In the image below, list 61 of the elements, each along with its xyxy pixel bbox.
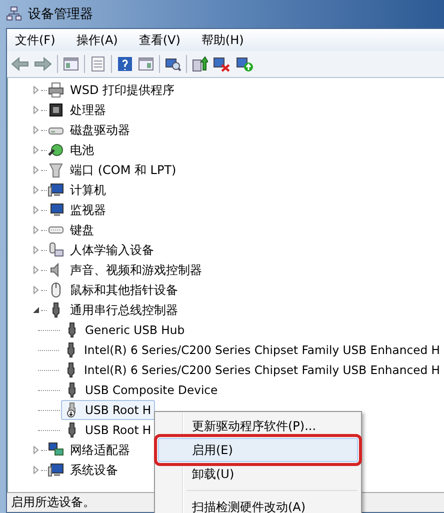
device-icon xyxy=(48,442,64,458)
tree-item[interactable]: 鼠标和其他指针设备 xyxy=(69,280,179,300)
window-title: 设备管理器 xyxy=(28,6,93,23)
device-icon xyxy=(48,462,64,478)
status-text: 启用所选设备。 xyxy=(11,494,95,511)
tree-item[interactable]: 通用串行总线控制器 xyxy=(69,300,179,320)
tree-item[interactable]: 监视器 xyxy=(69,200,107,220)
tree-item[interactable]: 处理器 xyxy=(69,100,107,120)
tree-item[interactable]: 计算机 xyxy=(69,180,107,200)
help-icon[interactable] xyxy=(117,56,133,72)
device-icon xyxy=(48,162,64,178)
expand-arrow-icon[interactable] xyxy=(32,186,40,194)
scan-monitor-icon[interactable] xyxy=(165,56,181,72)
menu-item[interactable]: 文件(F) xyxy=(13,30,58,50)
expand-arrow-icon[interactable] xyxy=(32,106,40,114)
tree-item[interactable]: Generic USB Hub xyxy=(61,320,189,340)
expand-arrow-icon[interactable] xyxy=(32,466,40,474)
action-pane-icon[interactable] xyxy=(138,56,154,72)
forward-arrow-icon[interactable] xyxy=(34,56,52,72)
tree-item[interactable]: 网络适配器 xyxy=(69,440,131,460)
device-tree-icon xyxy=(6,6,22,22)
collapse-arrow-icon[interactable] xyxy=(32,306,40,314)
device-icon xyxy=(48,242,64,258)
expand-arrow-icon[interactable] xyxy=(32,126,40,134)
expand-arrow-icon[interactable] xyxy=(32,246,40,254)
menu-item[interactable]: 帮助(H) xyxy=(199,30,246,50)
tree-item[interactable]: 端口 (COM 和 LPT) xyxy=(69,160,178,180)
tree-item[interactable]: 磁盘驱动器 xyxy=(69,120,131,140)
menu-item[interactable]: 查看(V) xyxy=(136,30,182,50)
tree-item[interactable]: USB Composite Device xyxy=(61,380,222,400)
expand-arrow-icon[interactable] xyxy=(32,446,40,454)
tree-item[interactable]: 声音、视频和游戏控制器 xyxy=(69,260,203,280)
uninstall-device-icon[interactable] xyxy=(213,56,231,72)
expand-arrow-icon[interactable] xyxy=(32,166,40,174)
tree-item[interactable]: 系统设备 xyxy=(69,460,119,480)
menu-item[interactable]: 扫描检测硬件改动(A) xyxy=(158,495,358,513)
expand-arrow-icon[interactable] xyxy=(32,146,40,154)
tree-item[interactable]: 人体学输入设备 xyxy=(69,240,155,260)
expand-arrow-icon[interactable] xyxy=(32,286,40,294)
tree-item[interactable]: Intel(R) 6 Series/C200 Series Chipset Family USB Enhanced H xyxy=(60,340,444,360)
tree-item[interactable]: USB Root H xyxy=(61,420,156,440)
expand-arrow-icon[interactable] xyxy=(32,226,40,234)
tree-item[interactable]: 电池 xyxy=(69,140,95,160)
menu-item[interactable]: 更新驱动程序软件(P)... xyxy=(158,414,358,438)
menu-item[interactable]: 卸载(U) xyxy=(158,462,358,486)
tree-item[interactable]: Intel(R) 6 Series/C200 Series Chipset Family USB Enhanced H xyxy=(60,360,444,380)
back-arrow-icon[interactable] xyxy=(11,56,29,72)
device-icon xyxy=(48,102,64,118)
expand-arrow-icon[interactable] xyxy=(32,206,40,214)
tree-item[interactable]: 键盘 xyxy=(69,220,95,240)
update-driver-icon[interactable] xyxy=(192,56,208,72)
properties-icon[interactable] xyxy=(90,56,106,72)
expand-arrow-icon[interactable] xyxy=(32,86,40,94)
device-icon xyxy=(48,142,64,158)
enable-device-icon[interactable] xyxy=(236,56,254,72)
device-icon xyxy=(48,202,64,218)
device-icon xyxy=(48,182,64,198)
menu-item[interactable]: 操作(A) xyxy=(74,30,120,50)
expand-arrow-icon[interactable] xyxy=(32,266,40,274)
tree-item[interactable]: WSD 打印提供程序 xyxy=(69,80,176,100)
tree-pane-icon[interactable] xyxy=(63,56,79,72)
